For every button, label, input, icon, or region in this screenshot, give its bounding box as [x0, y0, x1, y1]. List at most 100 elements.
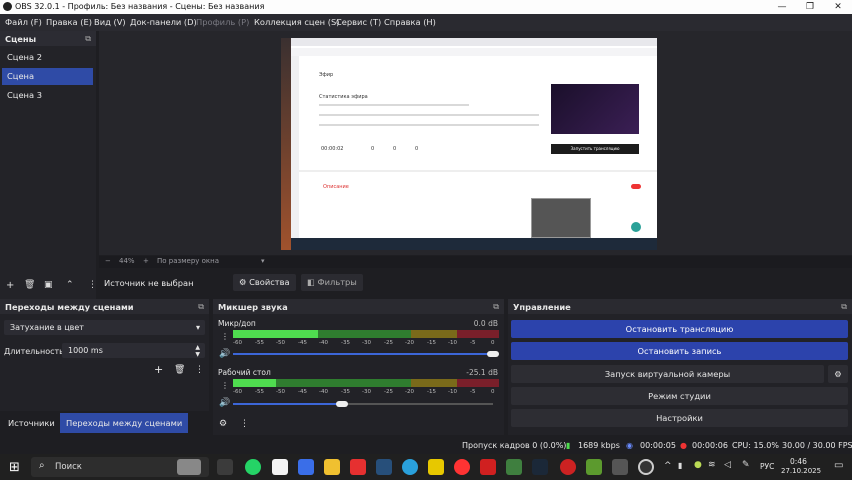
minecraft-icon[interactable] [506, 459, 522, 475]
zoom-mode[interactable]: По размеру окна [157, 257, 219, 265]
scene-item[interactable]: Сцена 2 [2, 49, 93, 66]
whatsapp-icon[interactable] [245, 459, 261, 475]
undock-icon[interactable]: ⧉ [85, 34, 91, 44]
notifications-icon[interactable]: ▭ [834, 460, 843, 471]
channel-name: Рабочий стол [218, 368, 271, 377]
meter-tick-label: -55 [255, 340, 264, 346]
volume-slider-knob[interactable] [487, 351, 499, 357]
menu-file[interactable]: Файл (F) [5, 17, 42, 27]
undock-icon[interactable]: ⧉ [841, 302, 847, 312]
inner-video-thumb [551, 84, 639, 134]
taskbar: ⊞ ⌕ Поиск ^ ▮ ● ≋ ◁ ✎ РУС 0:46 27.10.202… [0, 454, 852, 480]
wallpaper-strip [281, 38, 291, 250]
clock-time[interactable]: 0:46 [790, 457, 807, 466]
virtual-camera-settings-button[interactable]: ⚙ [828, 365, 848, 383]
stop-record-button[interactable]: Остановить запись [511, 342, 848, 360]
more-icon[interactable]: ⋮ [88, 280, 97, 290]
meter-tick-label: -30 [362, 389, 371, 395]
move-up-icon[interactable]: ⌃ [66, 280, 74, 290]
app-icon[interactable] [428, 459, 444, 475]
window-title: OBS 32.0.1 - Профиль: Без названия - Сце… [15, 2, 265, 11]
more-icon[interactable]: ⋮ [240, 419, 249, 429]
zoom-in-icon[interactable]: + [143, 257, 149, 265]
minimize-button[interactable]: — [768, 0, 796, 14]
task-view-icon[interactable] [217, 459, 233, 475]
duration-input[interactable]: 1000 ms ▲ ▼ [62, 343, 205, 358]
meter-tick-label: -30 [362, 340, 371, 346]
speaker-icon[interactable]: 🔊 [219, 349, 230, 359]
yandex-icon[interactable] [350, 459, 366, 475]
steam-icon[interactable] [376, 459, 392, 475]
inner-start-button: Запустить трансляцию [551, 144, 639, 154]
maximize-button[interactable]: ❐ [796, 0, 824, 14]
undock-icon[interactable]: ⧉ [198, 302, 204, 312]
add-transition-icon[interactable]: + [154, 363, 163, 376]
meter-tick-label: -45 [298, 389, 307, 395]
more-icon[interactable]: ⋮ [221, 381, 229, 390]
meter-tick-label: -50 [276, 340, 285, 346]
chevron-down-icon[interactable]: ▾ [261, 257, 265, 265]
settings-app-icon[interactable] [612, 459, 628, 475]
scene-item[interactable]: Сцена 3 [2, 87, 93, 104]
spin-icon[interactable]: ▲ ▼ [195, 344, 200, 358]
obs-taskbar-icon[interactable] [638, 459, 654, 475]
studio-mode-button[interactable]: Режим студии [511, 387, 848, 405]
clock-date[interactable]: 27.10.2025 [781, 467, 821, 475]
menu-edit[interactable]: Правка (E) [46, 17, 92, 27]
speaker-icon[interactable]: 🔊 [219, 398, 230, 408]
volume-slider-knob[interactable] [336, 401, 348, 407]
pen-icon[interactable]: ✎ [742, 460, 750, 470]
menu-scene-collection[interactable]: Коллекция сцен (S) [254, 17, 339, 27]
tray-expand-icon[interactable]: ^ [664, 461, 672, 471]
virtual-camera-button[interactable]: Запуск виртуальной камеры [511, 365, 824, 383]
menu-docks[interactable]: Док-панели (D) [130, 17, 197, 27]
transition-type-select[interactable]: Затухание в цвет ▾ [4, 320, 205, 335]
browser-addressbar [291, 48, 657, 56]
more-icon[interactable]: ⋮ [221, 332, 229, 341]
keyboard-language[interactable]: РУС [760, 462, 774, 471]
transitions-dock: Переходы между сценами ⧉ Затухание в цве… [0, 299, 209, 411]
more-icon[interactable]: ⋮ [195, 365, 204, 375]
filters-label: Фильтры [317, 277, 357, 287]
yandex-browser-icon[interactable] [454, 459, 470, 475]
windows-start-icon[interactable]: ⊞ [9, 460, 20, 475]
stop-stream-button[interactable]: Остановить трансляцию [511, 320, 848, 338]
telegram-icon[interactable] [402, 459, 418, 475]
tab-transitions[interactable]: Переходы между сценами [60, 413, 189, 433]
transitions-header: Переходы между сценами ⧉ [0, 299, 209, 314]
kaspersky-icon[interactable] [480, 459, 496, 475]
opera-icon[interactable] [560, 459, 576, 475]
mixer-header: Микшер звука ⧉ [213, 299, 504, 314]
tab-sources[interactable]: Источники [2, 413, 61, 433]
inner-stat: 0 [371, 146, 375, 152]
tray-icon[interactable]: ▮ [678, 461, 682, 470]
volume-meter [233, 330, 499, 338]
menu-tools[interactable]: Сервис (T) [336, 17, 381, 27]
tray-icon[interactable]: ● [694, 460, 702, 470]
undock-icon[interactable]: ⧉ [493, 302, 499, 312]
trash-icon[interactable]: 🗑 [174, 365, 185, 375]
wifi-icon[interactable]: ≋ [708, 460, 716, 470]
scene-filter-icon[interactable]: ▣ [44, 280, 53, 290]
properties-button[interactable]: ⚙ Свойства [233, 274, 296, 291]
filter-icon: ◧ [307, 277, 315, 287]
menu-profile[interactable]: Профиль (P) [196, 17, 249, 27]
file-explorer-icon[interactable] [324, 459, 340, 475]
add-scene-icon[interactable]: + [6, 280, 14, 291]
settings-button[interactable]: Настройки [511, 409, 848, 427]
menu-help[interactable]: Справка (H) [384, 17, 436, 27]
minecraft-launcher-icon[interactable] [586, 459, 602, 475]
search-placeholder: Поиск [55, 462, 82, 472]
gear-icon[interactable]: ⚙ [219, 419, 227, 429]
filters-button[interactable]: ◧ Фильтры [301, 274, 363, 291]
store-icon[interactable] [298, 459, 314, 475]
scene-item-selected[interactable]: Сцена [2, 68, 93, 85]
zoom-out-icon[interactable]: − [105, 257, 111, 265]
speaker-icon[interactable]: ◁ [724, 460, 731, 470]
taskbar-search[interactable]: ⌕ Поиск [31, 457, 209, 477]
notepad-icon[interactable] [272, 459, 288, 475]
menu-view[interactable]: Вид (V) [94, 17, 126, 27]
trash-icon[interactable]: 🗑 [24, 280, 35, 290]
close-button[interactable]: ✕ [824, 0, 852, 14]
steam-icon[interactable] [532, 459, 548, 475]
